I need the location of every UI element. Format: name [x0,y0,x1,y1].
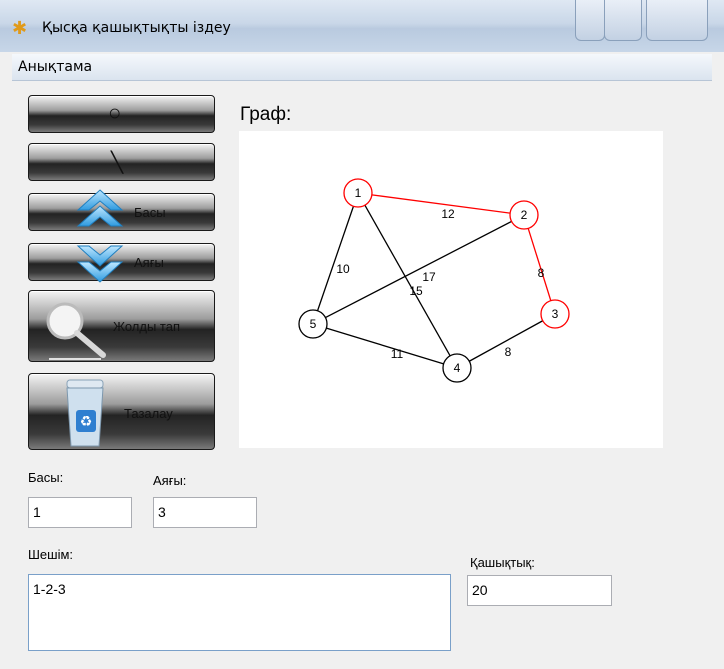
find-path-label: Жолды тап [113,319,181,334]
circle-icon: ○ [108,100,122,125]
edge-weight-label: 8 [538,266,545,280]
graph-edge-1-4 [364,204,451,357]
edge-weight-label: 10 [336,262,350,276]
distance-input[interactable]: 20 [467,575,612,606]
end-button-label: Аяғы [134,255,164,270]
graph-edge-5-4 [326,327,444,365]
graph-node-label: 5 [310,317,317,331]
end-field-label: Аяғы: [153,473,187,488]
graph-node-label: 2 [521,208,528,222]
solution-textarea[interactable]: 1-2-3 [28,574,451,651]
draw-circle-button[interactable]: ○ [28,95,215,133]
graph-edge-2-5 [325,220,512,319]
graph-node-label: 3 [552,307,559,321]
graph-node-label: 1 [355,186,362,200]
app-icon: ✱ [12,18,28,39]
recycle-bin-icon: ♻ [66,379,104,447]
arrow-up-icon [76,189,124,227]
solution-label: Шешім: [28,547,74,562]
start-node-input[interactable]: 1 [28,497,132,528]
svg-text:♻: ♻ [80,414,93,430]
set-end-button[interactable]: Аяғы [28,243,215,283]
draw-line-button[interactable]: ╲ [28,143,215,181]
graph-svg: 12810151711 812345 [298,178,570,383]
edge-weight-label: 12 [441,207,455,221]
find-path-button[interactable]: Жолды тап [28,290,215,362]
edge-weight-label: 15 [409,284,423,298]
menu-bar: Анықтама [12,54,712,81]
graph-edge-1-5 [316,206,355,311]
edge-weight-label: 8 [505,345,512,359]
magnifier-icon [46,302,106,360]
clear-label: Тазалау [124,406,173,421]
close-button[interactable] [646,0,708,41]
start-field-label: Басы: [28,470,64,485]
graph-node-label: 4 [454,361,461,375]
end-node-input[interactable]: 3 [153,497,257,528]
graph-edge-2-3 [527,228,552,301]
menu-item-help[interactable]: Анықтама [18,59,92,75]
title-bar: ✱ Қысқа қашықтықты іздеу [0,0,724,52]
edge-weight-label: 17 [422,270,436,284]
line-icon: ╲ [111,152,124,174]
distance-label: Қашықтық: [470,555,535,570]
minimize-button[interactable] [575,0,605,41]
set-start-button[interactable]: Басы [28,189,215,231]
graph-canvas[interactable]: 12 8 10 15 17 11 8 1 2 3 4 5 [239,131,663,448]
start-button-label: Басы [134,205,166,220]
arrow-down-icon [76,245,124,283]
edge-weight-label: 11 [391,347,404,361]
graph-title: Граф: [240,104,292,125]
app-window: ✱ Қысқа қашықтықты іздеу Анықтама ○ ╲ Ба… [0,0,724,669]
maximize-button[interactable] [604,0,642,41]
window-title: Қысқа қашықтықты іздеу [42,20,231,36]
clear-button[interactable]: ♻ Тазалау [28,373,215,450]
